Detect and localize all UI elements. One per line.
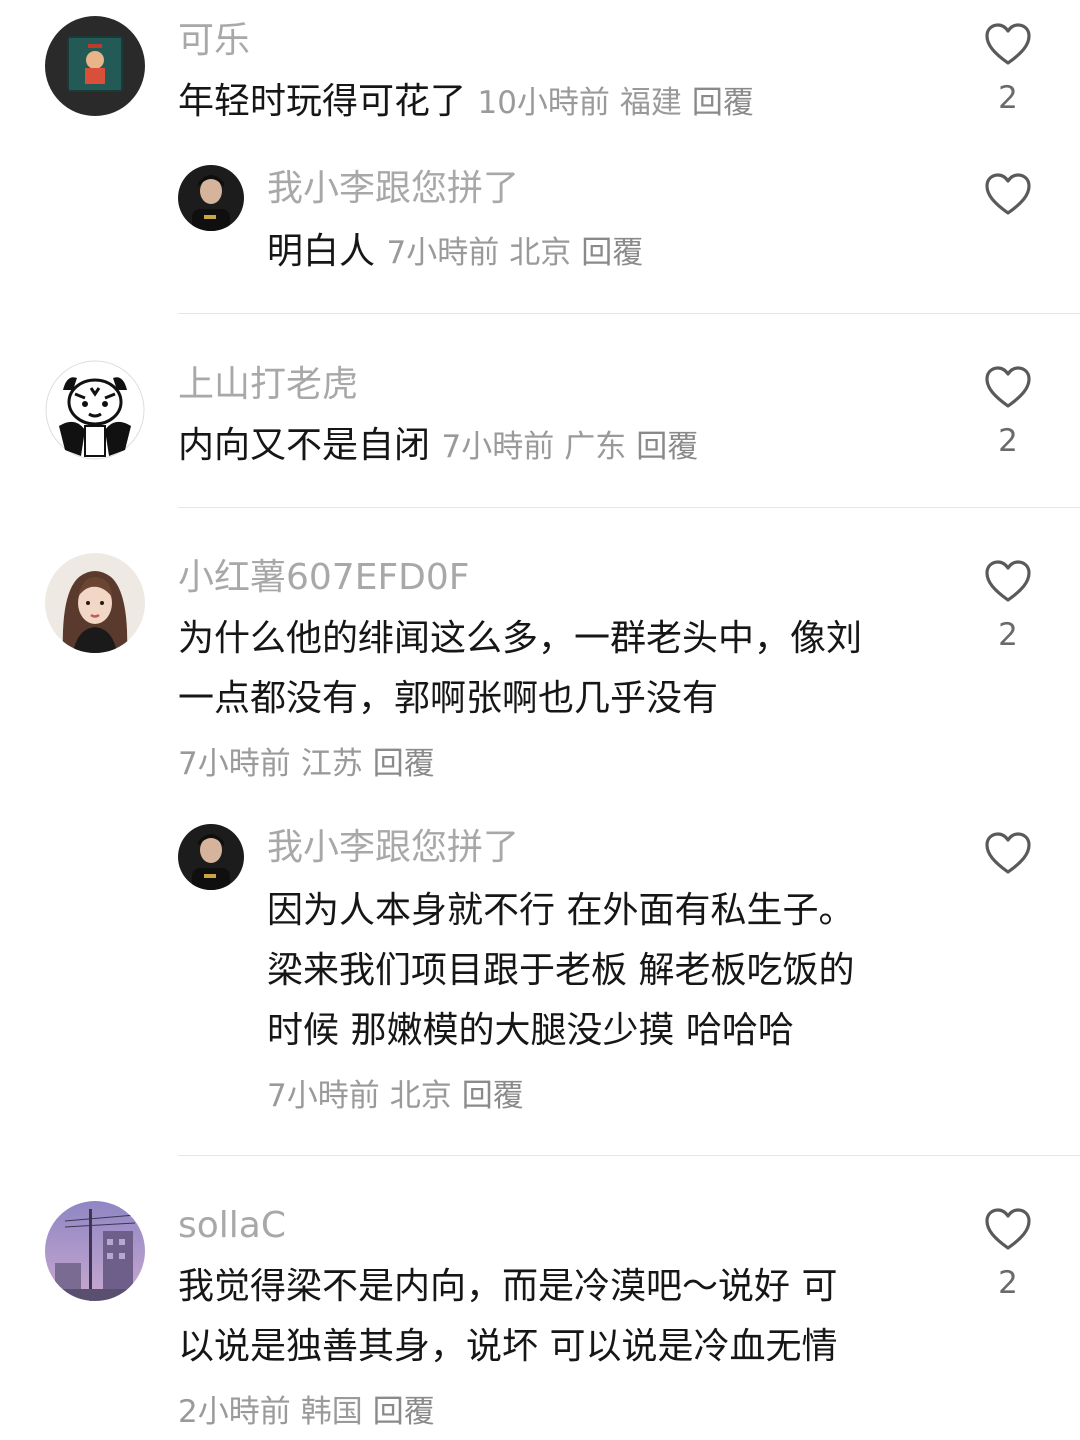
- comment-text: 为什么他的绯闻这么多，一群老头中，像刘 一点都没有，郭啊张啊也几乎没有: [178, 609, 938, 729]
- comment-username[interactable]: 小红薯607EFD0F: [178, 557, 470, 599]
- heart-outline-icon: [985, 173, 1031, 215]
- reply-time: 7小時前: [386, 235, 500, 271]
- avatar[interactable]: [45, 1201, 145, 1301]
- reply-button[interactable]: 回覆: [581, 235, 643, 271]
- comment-location: 韩国: [300, 1394, 363, 1430]
- comment-meta: 10小時前 福建 回覆: [477, 85, 753, 121]
- comment-location: 江苏: [300, 746, 363, 782]
- comment-text-line: 年轻时玩得可花了: [178, 81, 467, 122]
- reply-button[interactable]: 回覆: [636, 429, 698, 465]
- like-count: 2: [998, 617, 1018, 653]
- comment-username[interactable]: sollaC: [178, 1205, 286, 1247]
- comment-text-line: 我觉得梁不是内向，而是冷漠吧～说好 可: [178, 1266, 838, 1307]
- like-count: 2: [998, 80, 1018, 116]
- comment-meta: 2小時前 韩国 回覆: [178, 1391, 435, 1433]
- avatar[interactable]: [45, 553, 145, 653]
- comment-text-line: 一点都没有，郭啊张啊也几乎没有: [178, 678, 719, 719]
- reply-text-line: 时候 那嫩模的大腿没少摸 哈哈哈: [267, 1010, 794, 1051]
- comment-location: 广东: [564, 429, 627, 465]
- avatar[interactable]: [178, 165, 244, 231]
- comment-text-line: 以说是独善其身，说坏 可以说是冷血无情: [178, 1326, 838, 1367]
- reply-button[interactable]: 回覆: [462, 1078, 524, 1114]
- reply-text-line: 梁来我们项目跟于老板 解老板吃饭的: [267, 950, 855, 991]
- like-button[interactable]: [978, 172, 1038, 216]
- reply-username[interactable]: 我小李跟您拼了: [267, 827, 519, 869]
- reply-text: 明白人 7小時前 北京 回覆: [267, 222, 927, 283]
- like-button[interactable]: 2: [978, 365, 1038, 459]
- comment-text: 年轻时玩得可花了 10小時前 福建 回覆: [178, 72, 938, 133]
- like-button[interactable]: 2: [978, 559, 1038, 653]
- comment-list: 可乐 年轻时玩得可花了 10小時前 福建 回覆 2 我小李跟您拼了 明白人 7小…: [0, 0, 1080, 1440]
- like-button[interactable]: 2: [978, 22, 1038, 116]
- reply-text: 因为人本身就不行 在外面有私生子。 梁来我们项目跟于老板 解老板吃饭的 时候 那…: [267, 881, 927, 1061]
- divider: [178, 507, 1080, 508]
- heart-outline-icon: [985, 366, 1031, 408]
- reply-button[interactable]: 回覆: [373, 1394, 435, 1430]
- divider: [178, 313, 1080, 314]
- divider: [178, 1155, 1080, 1156]
- reply-time: 7小時前: [267, 1078, 380, 1114]
- heart-outline-icon: [985, 832, 1031, 874]
- comment-text: 内向又不是自闭 7小時前 广东 回覆: [178, 416, 938, 477]
- like-button[interactable]: 2: [978, 1207, 1038, 1301]
- reply-meta: 7小時前 北京 回覆: [267, 1075, 524, 1117]
- comment-username[interactable]: 上山打老虎: [178, 364, 358, 406]
- comment-time: 2小時前: [178, 1394, 291, 1430]
- reply-button[interactable]: 回覆: [692, 85, 754, 121]
- reply-text-line: 明白人: [267, 231, 376, 272]
- comment-text-line: 内向又不是自闭: [178, 425, 431, 466]
- heart-outline-icon: [985, 23, 1031, 65]
- avatar[interactable]: [45, 16, 145, 116]
- comment-text: 我觉得梁不是内向，而是冷漠吧～说好 可 以说是独善其身，说坏 可以说是冷血无情: [178, 1257, 938, 1377]
- reply-button[interactable]: 回覆: [373, 746, 435, 782]
- comment-location: 福建: [619, 85, 682, 121]
- comment-meta: 7小時前 江苏 回覆: [178, 743, 435, 785]
- reply-meta: 7小時前 北京 回覆: [386, 235, 643, 271]
- reply-username[interactable]: 我小李跟您拼了: [267, 168, 519, 210]
- avatar[interactable]: [178, 824, 244, 890]
- comment-time: 7小時前: [178, 746, 291, 782]
- comment-username[interactable]: 可乐: [178, 20, 250, 62]
- avatar[interactable]: [45, 360, 145, 460]
- reply-text-line: 因为人本身就不行 在外面有私生子。: [267, 890, 855, 931]
- like-count: 2: [998, 423, 1018, 459]
- comment-time: 10小時前: [477, 85, 610, 121]
- reply-location: 北京: [389, 1078, 452, 1114]
- comment-text-line: 为什么他的绯闻这么多，一群老头中，像刘: [178, 618, 863, 659]
- comment-meta: 7小時前 广东 回覆: [441, 429, 698, 465]
- heart-outline-icon: [985, 1208, 1031, 1250]
- like-count: 2: [998, 1265, 1018, 1301]
- heart-outline-icon: [985, 560, 1031, 602]
- like-button[interactable]: [978, 831, 1038, 875]
- comment-time: 7小時前: [441, 429, 555, 465]
- reply-location: 北京: [509, 235, 572, 271]
